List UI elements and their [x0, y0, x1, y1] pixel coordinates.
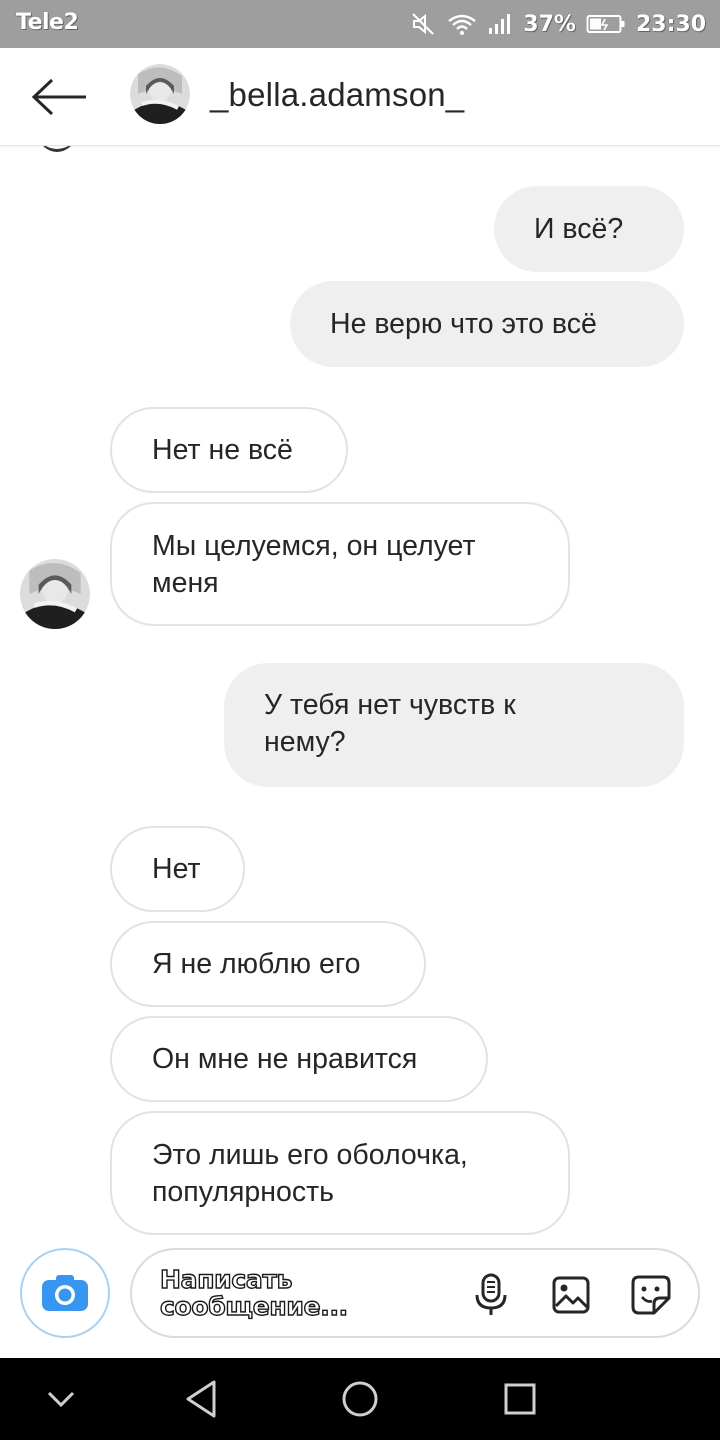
home-circle-icon	[342, 1381, 378, 1417]
chat-header: _bella.adamson_	[0, 48, 720, 146]
message-thread: И всё? Не верю что это всё Нет не всё Мы…	[0, 146, 720, 1246]
nav-home-button[interactable]	[335, 1376, 385, 1422]
back-arrow-icon	[31, 78, 86, 116]
clock: 23:30	[635, 11, 706, 37]
wifi-icon	[447, 12, 477, 36]
nav-back-button[interactable]	[176, 1376, 226, 1422]
message-composer: Написать сообщение...	[0, 1246, 720, 1358]
carrier-label: Tele2	[16, 10, 79, 35]
message-input-placeholder[interactable]: Написать сообщение...	[159, 1265, 360, 1320]
nav-recents-button[interactable]	[495, 1376, 545, 1422]
gallery-button[interactable]	[548, 1272, 594, 1318]
back-triangle-icon	[186, 1380, 216, 1418]
message-input[interactable]: Написать сообщение...	[130, 1248, 700, 1338]
camera-icon	[42, 1275, 88, 1311]
battery-icon	[586, 13, 626, 35]
microphone-icon	[475, 1273, 507, 1315]
camera-button[interactable]	[20, 1248, 110, 1338]
sticker-button[interactable]	[628, 1272, 674, 1318]
message-bubble-incoming[interactable]: Нет	[110, 826, 245, 912]
message-bubble-incoming[interactable]: Нет не всё	[110, 407, 348, 493]
message-bubble-incoming[interactable]: Это лишь его оболочка, популярность	[110, 1111, 570, 1235]
mute-icon	[411, 12, 437, 36]
sender-avatar[interactable]	[20, 559, 90, 629]
message-bubble-outgoing[interactable]: У тебя нет чувств к нему?	[224, 663, 684, 787]
battery-percent: 37%	[523, 11, 576, 37]
profile-avatar[interactable]	[130, 64, 190, 124]
back-button[interactable]	[28, 72, 90, 122]
dm-screen: Tele2 37% 23:30 _bella.adamson_ И всё? Н…	[0, 0, 720, 1440]
hide-nav-button[interactable]	[36, 1376, 86, 1422]
message-bubble-outgoing[interactable]: Не верю что это всё	[290, 281, 684, 367]
signal-icon	[487, 12, 513, 36]
message-bubble-outgoing[interactable]: И всё?	[494, 186, 684, 272]
avatar-photo	[20, 559, 90, 629]
avatar-photo	[130, 64, 190, 124]
gallery-icon	[552, 1276, 590, 1314]
voice-message-button[interactable]	[468, 1272, 514, 1318]
status-icons: 37% 23:30	[411, 8, 706, 40]
system-nav-bar	[0, 1358, 720, 1440]
chevron-down-icon	[47, 1391, 75, 1408]
message-bubble-incoming[interactable]: Он мне не нравится	[110, 1016, 488, 1102]
header-username[interactable]: _bella.adamson_	[210, 76, 464, 114]
recents-square-icon	[504, 1383, 536, 1415]
message-bubble-incoming[interactable]: Мы целуемся, он целует меня	[110, 502, 570, 626]
status-bar: Tele2 37% 23:30	[0, 0, 720, 48]
message-bubble-incoming[interactable]: Я не люблю его	[110, 921, 426, 1007]
sticker-icon	[631, 1275, 671, 1315]
